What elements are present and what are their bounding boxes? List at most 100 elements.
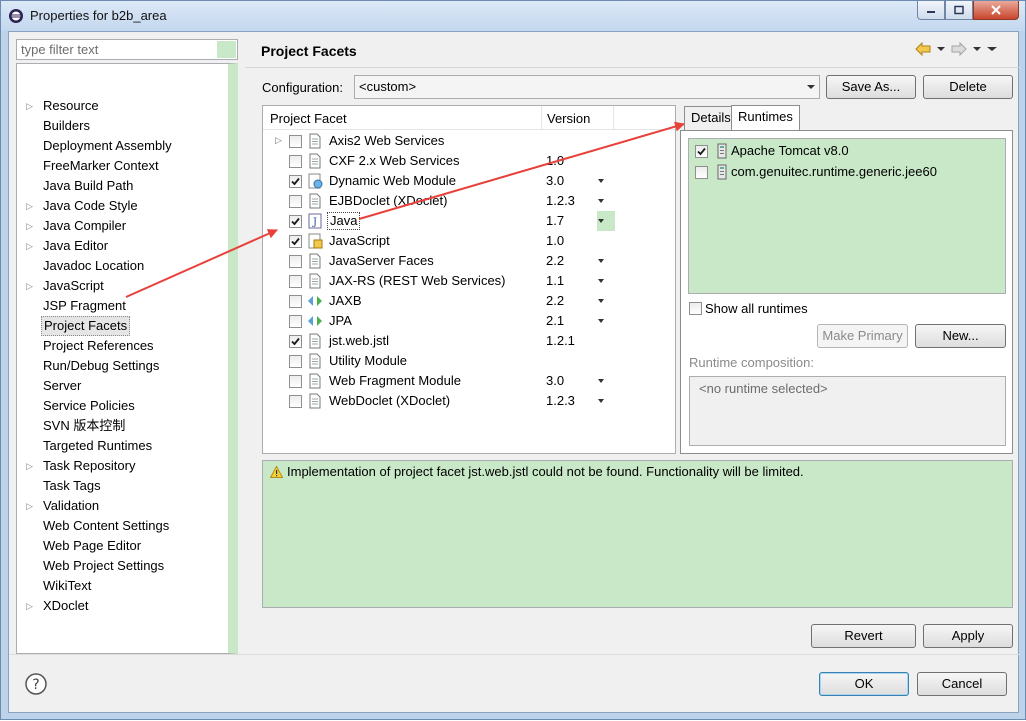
minimize-button[interactable] (917, 1, 945, 20)
facet-row[interactable]: JavaScript 1.0 (263, 231, 675, 251)
version-dropdown-icon[interactable] (598, 179, 604, 184)
facet-version[interactable]: 2.2 (546, 253, 564, 268)
expand-arrow-icon[interactable]: ▷ (26, 96, 36, 116)
ok-button[interactable]: OK (819, 672, 909, 696)
facet-version[interactable]: 3.0 (546, 373, 564, 388)
facet-row[interactable]: Utility Module (263, 351, 675, 371)
runtime-name: com.genuitec.runtime.generic.jee60 (731, 164, 937, 179)
facet-checkbox[interactable] (289, 155, 302, 168)
version-dropdown-icon[interactable] (598, 379, 604, 384)
facet-checkbox[interactable] (289, 395, 302, 408)
runtimes-list[interactable]: Apache Tomcat v8.0 com.genuitec.runtime.g… (688, 138, 1006, 294)
facet-checkbox[interactable] (289, 275, 302, 288)
facet-row[interactable]: EJBDoclet (XDoclet) 1.2.3 (263, 191, 675, 211)
facet-checkbox[interactable] (289, 175, 302, 188)
facet-version[interactable]: 1.7 (546, 213, 564, 228)
column-header-version[interactable]: Version (547, 111, 590, 126)
make-primary-button[interactable]: Make Primary (817, 324, 908, 348)
expand-arrow-icon[interactable]: ▷ (26, 236, 36, 256)
expand-arrow-icon[interactable]: ▷ (275, 135, 282, 146)
facet-version[interactable]: 1.1 (546, 273, 564, 288)
facet-row[interactable]: jst.web.jstl 1.2.1 (263, 331, 675, 351)
facet-version[interactable]: 1.2.3 (546, 393, 575, 408)
version-dropdown-icon[interactable] (598, 279, 604, 284)
facet-checkbox[interactable] (289, 295, 302, 308)
sidebar-item-label: Project Facets (41, 316, 131, 336)
project-facets-table[interactable]: Project Facet Version ▷ Axis2 Web Service… (262, 105, 676, 454)
save-as-button[interactable]: Save As... (826, 75, 916, 99)
version-dropdown-icon[interactable] (598, 259, 604, 264)
facet-row[interactable]: Web Fragment Module 3.0 (263, 371, 675, 391)
facet-checkbox[interactable] (289, 215, 302, 228)
expand-arrow-icon[interactable]: ▷ (26, 496, 36, 516)
apply-button[interactable]: Apply (923, 624, 1013, 648)
version-dropdown-icon[interactable] (598, 299, 604, 304)
title-bar[interactable]: Properties for b2b_area (1, 1, 1025, 31)
cancel-button[interactable]: Cancel (917, 672, 1007, 696)
facet-name: CXF 2.x Web Services (329, 153, 460, 168)
facet-version[interactable]: 2.1 (546, 313, 564, 328)
facet-version[interactable]: 3.0 (546, 173, 564, 188)
runtime-checkbox[interactable] (695, 145, 708, 158)
filter-clear-button[interactable] (217, 41, 236, 58)
facet-checkbox[interactable] (289, 315, 302, 328)
revert-button[interactable]: Revert (811, 624, 916, 648)
view-menu-icon[interactable] (987, 46, 997, 52)
new-runtime-button[interactable]: New... (915, 324, 1006, 348)
filter-input[interactable]: type filter text (16, 39, 238, 60)
maximize-button[interactable] (945, 1, 973, 20)
facet-checkbox[interactable] (289, 375, 302, 388)
facet-checkbox[interactable] (289, 235, 302, 248)
forward-arrow-icon[interactable] (951, 42, 967, 56)
expand-arrow-icon[interactable]: ▷ (26, 276, 36, 296)
checkmark-icon (291, 337, 300, 346)
page-icon (309, 373, 321, 389)
facet-checkbox[interactable] (289, 255, 302, 268)
runtime-checkbox[interactable] (695, 166, 708, 179)
tab-runtimes[interactable]: Runtimes (731, 105, 800, 130)
facet-checkbox[interactable] (289, 195, 302, 208)
property-page-tree[interactable]: ▷ Resource Builders Deployment Assembly Free… (16, 63, 238, 654)
facet-version[interactable]: 1.2.1 (546, 333, 575, 348)
facet-row[interactable]: JAXB 2.2 (263, 291, 675, 311)
expand-arrow-icon[interactable]: ▷ (26, 196, 36, 216)
version-dropdown-icon[interactable] (598, 219, 604, 224)
facet-checkbox[interactable] (289, 135, 302, 148)
facet-row[interactable]: ▷ Axis2 Web Services (263, 131, 675, 151)
facet-row[interactable]: WebDoclet (XDoclet) 1.2.3 (263, 391, 675, 411)
expand-arrow-icon[interactable]: ▷ (26, 456, 36, 476)
expand-arrow-icon[interactable]: ▷ (26, 596, 36, 616)
sidebar-item-label: FreeMarker Context (43, 158, 159, 173)
column-header-facet[interactable]: Project Facet (270, 111, 347, 126)
facet-row[interactable]: CXF 2.x Web Services 1.0 (263, 151, 675, 171)
configuration-combo[interactable]: <custom> (354, 75, 820, 99)
facet-checkbox[interactable] (289, 335, 302, 348)
facet-row[interactable]: JavaServer Faces 2.2 (263, 251, 675, 271)
forward-dropdown-icon[interactable] (973, 46, 981, 52)
back-dropdown-icon[interactable] (937, 46, 945, 52)
facet-version[interactable]: 2.2 (546, 293, 564, 308)
facet-version[interactable]: 1.0 (546, 233, 564, 248)
version-dropdown-icon[interactable] (598, 399, 604, 404)
facet-version[interactable]: 1.0 (546, 153, 564, 168)
facet-name: WebDoclet (XDoclet) (329, 393, 451, 408)
show-all-runtimes-label: Show all runtimes (705, 301, 808, 316)
facet-version[interactable]: 1.2.3 (546, 193, 575, 208)
page-icon (309, 193, 321, 209)
version-dropdown-icon[interactable] (598, 319, 604, 324)
delete-button[interactable]: Delete (923, 75, 1013, 99)
runtime-composition-label: Runtime composition: (689, 355, 814, 370)
checkmark-icon (291, 237, 300, 246)
facet-row[interactable]: JAX-RS (REST Web Services) 1.1 (263, 271, 675, 291)
tab-details[interactable]: Details (684, 106, 738, 130)
close-button[interactable] (973, 1, 1019, 20)
help-icon[interactable]: ? (25, 673, 47, 695)
facet-checkbox[interactable] (289, 355, 302, 368)
show-all-runtimes-checkbox[interactable] (689, 302, 702, 315)
facet-row[interactable]: J Java 1.7 (263, 211, 675, 231)
facet-row[interactable]: Dynamic Web Module 3.0 (263, 171, 675, 191)
facet-row[interactable]: JPA 2.1 (263, 311, 675, 331)
expand-arrow-icon[interactable]: ▷ (26, 216, 36, 236)
version-dropdown-icon[interactable] (598, 199, 604, 204)
back-arrow-icon[interactable] (915, 42, 931, 56)
